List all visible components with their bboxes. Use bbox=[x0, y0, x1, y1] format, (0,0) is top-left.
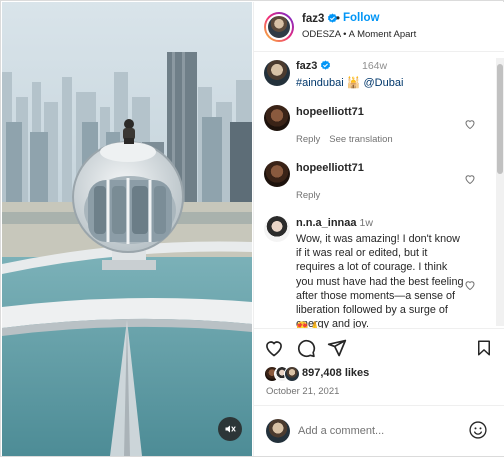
reply-button[interactable]: Reply bbox=[296, 190, 320, 201]
sound-off-icon bbox=[225, 425, 236, 433]
post-action-bar bbox=[254, 330, 504, 366]
author-avatar[interactable] bbox=[264, 12, 294, 42]
mute-button[interactable] bbox=[218, 417, 242, 441]
comment-input[interactable] bbox=[298, 423, 458, 439]
post-date: October 21, 2021 bbox=[266, 386, 340, 397]
comment-header: n.n.a_innaa 1w bbox=[296, 217, 373, 229]
comment-username[interactable]: n.n.a_innaa bbox=[296, 217, 357, 229]
scrollbar-thumb[interactable] bbox=[497, 64, 503, 174]
heart-icon[interactable] bbox=[264, 338, 284, 358]
caption-text[interactable]: #aindubai 🕌 @Dubai bbox=[296, 76, 403, 89]
comment-time: 1w bbox=[359, 217, 373, 229]
comment-avatar[interactable] bbox=[264, 216, 290, 242]
comment-avatar[interactable] bbox=[264, 105, 290, 131]
post-side-panel: faz3 • Follow ODESZA • A Moment Apart fa… bbox=[253, 2, 504, 456]
post-header: faz3 • Follow ODESZA • A Moment Apart bbox=[254, 2, 504, 52]
reply-button[interactable]: Reply bbox=[296, 134, 320, 145]
comment-username[interactable]: hopeelliott71 bbox=[296, 106, 364, 118]
see-translation-button[interactable]: See translation bbox=[329, 134, 392, 145]
bookmark-icon[interactable] bbox=[475, 338, 493, 358]
add-comment-bar bbox=[254, 405, 504, 456]
current-user-avatar bbox=[266, 419, 290, 443]
caption-avatar[interactable] bbox=[264, 60, 290, 86]
like-comment-icon[interactable] bbox=[464, 173, 476, 185]
comment-emoji: 😍🙏 bbox=[296, 322, 321, 329]
like-comment-icon[interactable] bbox=[464, 118, 476, 130]
caption-time: 164w bbox=[362, 60, 388, 72]
comments-scrollbar[interactable] bbox=[496, 58, 504, 326]
verified-badge-icon bbox=[321, 60, 331, 70]
comment-bubble-icon[interactable] bbox=[296, 338, 316, 358]
header-separator: • bbox=[336, 13, 341, 25]
caption-username[interactable]: faz3 bbox=[296, 60, 331, 72]
comment-actions: Reply See translation bbox=[296, 134, 402, 145]
author-username[interactable]: faz3 bbox=[302, 13, 338, 25]
post-video[interactable] bbox=[2, 2, 252, 456]
smiley-icon[interactable] bbox=[468, 420, 488, 440]
comment-username[interactable]: hopeelliott71 bbox=[296, 162, 364, 174]
comment-actions: Reply bbox=[296, 190, 329, 201]
comments-list[interactable]: faz3 164w #aindubai 🕌 @Dubai hopeelliott… bbox=[254, 52, 504, 329]
audio-link[interactable]: ODESZA • A Moment Apart bbox=[302, 29, 416, 40]
comment-text: Wow, it was amazing! I don't know if it … bbox=[296, 233, 464, 329]
follow-button[interactable]: Follow bbox=[343, 12, 379, 24]
liker-avatar bbox=[284, 366, 300, 382]
like-comment-icon[interactable] bbox=[464, 279, 476, 291]
likes-count[interactable]: 897,408 likes bbox=[302, 367, 369, 379]
comment-avatar[interactable] bbox=[264, 161, 290, 187]
post-dialog: faz3 • Follow ODESZA • A Moment Apart fa… bbox=[0, 0, 504, 457]
paper-plane-icon[interactable] bbox=[327, 338, 347, 358]
likes-row: 897,408 likes bbox=[264, 365, 494, 385]
dubai-ferris-wheel-image bbox=[2, 2, 252, 456]
